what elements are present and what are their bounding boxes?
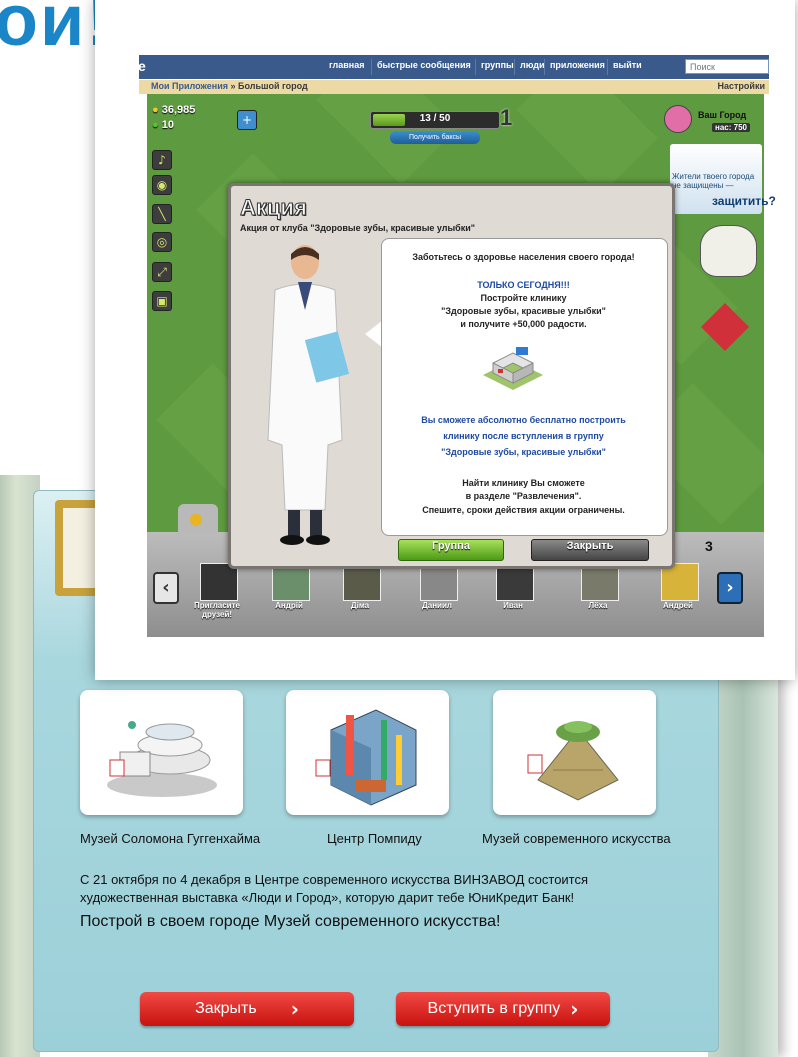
breadcrumb: Мои Приложения » Большой город Настройки [139,80,769,94]
top-navigation-bar: e главная быстрые сообщения группы люди … [138,55,769,82]
bubble-find-line-1: Найти клинику Вы сможете [462,478,585,488]
nav-separator [371,59,372,75]
nav-link-apps[interactable]: приложения [550,60,605,70]
modern-art-building-icon [527,721,619,801]
bulldoze-icon[interactable]: ╲ [152,204,172,224]
bubble-free-line-3: "Здоровые зубы, красивые улыбки" [441,447,606,457]
museum-caption-modern-art: Музей современного искусства [482,831,671,846]
fullscreen-icon[interactable]: ⤢ [152,262,172,282]
clinic-building-icon [483,347,543,390]
breadcrumb-current: Большой город [238,81,308,91]
bubble-free-line-2: клинику после вступления в группу [443,431,604,441]
bell-icon: ● [189,509,203,528]
money-counter: ● 10 [152,119,174,131]
bubble-build-line-2: "Здоровые зубы, красивые улыбки" [441,306,606,316]
chevron-right-icon: › [290,997,299,1021]
coins-counter: ● 36,985 [152,104,195,116]
friends-scroll-left-button[interactable]: ‹ [153,572,179,604]
bell-tab[interactable]: ● [178,504,218,534]
nav-link-home[interactable]: главная [329,60,364,70]
coin-icon: ● [152,104,159,116]
pompidou-building-icon [315,709,417,806]
description-line-2: художественная выставка «Люди и Город», … [80,890,575,905]
nav-link-logout[interactable]: выйти [613,60,642,70]
ground-tile [516,94,658,195]
friends-scroll-right-button[interactable]: › [717,572,743,604]
friend-name: Пригласите друзей! [194,601,240,619]
population-progress-bar: 13 / 50 [370,111,500,129]
dialog-title: Акция [240,195,308,221]
friend-slot[interactable]: Иван [484,563,542,655]
bubble-build-line-1: Постройте клинику [480,293,567,303]
close-button-red[interactable]: Закрыть › [140,992,354,1026]
nav-separator [544,59,545,75]
friend-slot[interactable]: Андрій [260,563,318,655]
chevron-right-icon: › [570,997,579,1021]
nav-separator [475,59,476,75]
get-bucks-button[interactable]: Получить баксы [390,131,480,144]
nav-separator [607,59,608,75]
cash-icon: ● [152,119,159,131]
friend-invite-slot[interactable]: Пригласите друзей! [188,563,246,655]
close-dialog-button[interactable]: Закрыть [531,539,649,561]
museum-caption-pompidou: Центр Помпиду [327,831,422,846]
search-input[interactable] [685,59,769,74]
guggenheim-building-icon [107,721,217,797]
view-eye-icon[interactable]: ◎ [152,232,172,252]
friend-name: Андрій [275,601,303,610]
dialog-subtitle: Акция от клуба "Здоровые зубы, красивые … [240,223,476,233]
coins-value: 36,985 [161,104,196,116]
nav-link-groups[interactable]: группы [481,60,514,70]
friend-name: Даниил [422,601,452,610]
join-group-button-red[interactable]: Вступить в группу › [396,992,610,1026]
exhibition-description: С 21 октября по 4 декабря в Центре совре… [80,871,700,907]
settings-link[interactable]: Настройки [718,81,765,91]
museum-card-modern-art[interactable] [493,690,656,815]
nav-link-people[interactable]: люди [520,60,545,70]
doctor-illustration [267,245,350,545]
progress-text: 13 / 50 [419,113,451,124]
bubble-find-line-2: в разделе "Развлечения". [465,491,582,501]
cow-mascot-icon [700,225,757,277]
camera-icon[interactable]: ▣ [152,291,172,311]
description-line-1: С 21 октября по 4 декабря в Центре совре… [80,872,589,887]
friend-slot[interactable]: Андрей [649,563,707,655]
friend-slot[interactable]: Діма [331,563,389,655]
build-museum-call-to-action: Построй в своем городе Музей современног… [80,913,501,930]
friend-slot[interactable]: Даниил [408,563,466,655]
friend-name: Лёха [588,601,608,610]
money-value: 10 [161,119,174,131]
nav-separator [514,59,515,75]
bubble-build-line-3: и получите +50,000 радости. [460,319,587,329]
friends-count-fragment: 3 [705,538,713,554]
museum-caption-guggenheim: Музей Соломона Гуггенхайма [80,831,261,846]
close-button-label: Закрыть [195,1000,257,1017]
bubble-today-line: ТОЛЬКО СЕГОДНЯ!!! [477,280,570,290]
museum-card-guggenheim[interactable] [80,690,243,815]
breadcrumb-trail: Мои Приложения » Большой город [151,81,308,91]
breadcrumb-my-apps[interactable]: Мои Приложения [151,81,228,91]
join-group-button-label: Вступить в группу [427,1000,561,1017]
site-logo-fragment[interactable]: e [138,58,148,82]
friend-name: Андрей [663,601,693,610]
bubble-health-line: Заботьтесь о здоровье населения своего г… [412,252,635,262]
nav-link-messages[interactable]: быстрые сообщения [377,60,471,70]
add-coins-icon[interactable]: + [237,110,257,130]
level-number: 1 [500,105,513,130]
avatar[interactable] [664,105,692,133]
friend-name: Діма [350,601,370,610]
group-button[interactable]: Группа [398,539,504,561]
sound-icon[interactable]: ◉ [152,175,172,195]
bubble-find-line-3: Спешите, сроки действия акции ограничены… [422,505,625,515]
bubble-free-line-1: Вы сможете абсолютно бесплатно построить [421,415,626,425]
sponsor-advert-text: Жители твоего города не защищены — [672,172,755,190]
friend-name: Иван [503,601,523,610]
your-city-label: Ваш Город [698,110,747,120]
museum-card-pompidou[interactable] [286,690,449,815]
sponsor-advert-question[interactable]: защитить? [712,194,776,208]
friend-slot[interactable]: Лёха [569,563,627,655]
music-note-icon[interactable]: ♪ [152,150,172,170]
breadcrumb-separator: » [228,81,239,91]
population-badge: нас: 750 [712,123,750,132]
